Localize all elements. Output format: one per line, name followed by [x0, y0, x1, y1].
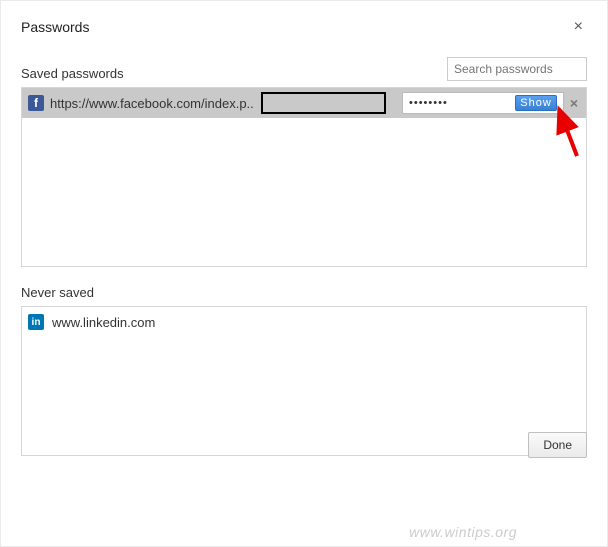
never-site-url: www.linkedin.com: [50, 315, 155, 330]
password-cell: •••••••• Show ×: [402, 92, 580, 114]
passwords-dialog: Passwords × Saved passwords f https://ww…: [1, 1, 607, 476]
never-saved-row[interactable]: in www.linkedin.com: [22, 307, 586, 337]
saved-section-header: Saved passwords: [21, 57, 587, 81]
saved-password-row[interactable]: f https://www.facebook.com/index.p.. •••…: [22, 88, 586, 118]
search-input[interactable]: [447, 57, 587, 81]
done-button[interactable]: Done: [528, 432, 587, 458]
close-icon[interactable]: ×: [570, 17, 587, 37]
password-mask: ••••••••: [409, 97, 448, 109]
watermark: www.wintips.org: [409, 524, 517, 540]
dialog-title: Passwords: [21, 19, 89, 35]
dialog-footer: Done: [528, 432, 587, 458]
remove-icon[interactable]: ×: [568, 95, 580, 111]
facebook-icon: f: [28, 95, 44, 111]
saved-passwords-list: f https://www.facebook.com/index.p.. •••…: [21, 87, 587, 267]
username-field[interactable]: [261, 92, 386, 114]
linkedin-icon: in: [28, 314, 44, 330]
site-url: https://www.facebook.com/index.p..: [50, 96, 255, 111]
saved-passwords-label: Saved passwords: [21, 66, 124, 81]
show-button[interactable]: Show: [515, 95, 557, 111]
never-saved-list: in www.linkedin.com: [21, 306, 587, 456]
password-field[interactable]: •••••••• Show: [402, 92, 564, 114]
dialog-header: Passwords ×: [21, 17, 587, 37]
never-saved-label: Never saved: [21, 285, 587, 300]
